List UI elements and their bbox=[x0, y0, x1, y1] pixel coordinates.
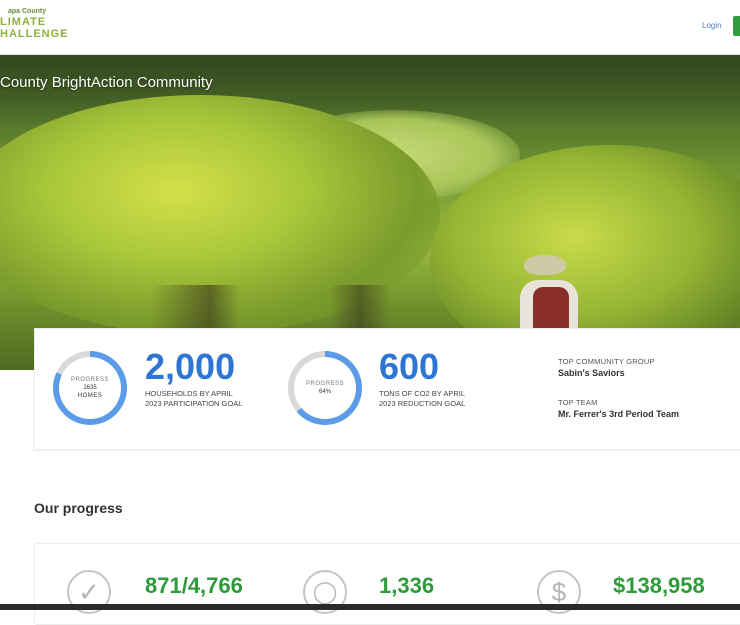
co2-caption-line2: 2023 REDUCTION GOAL bbox=[379, 399, 466, 408]
site-header: apa County LIMATE HALLENGE Login bbox=[0, 0, 740, 55]
households-goal-caption: HOUSEHOLDS BY APRIL 2023 PARTICIPATION G… bbox=[145, 389, 265, 409]
goals-card: PROGRESS 1635 HOMES 2,000 HOUSEHOLDS BY … bbox=[34, 328, 740, 450]
co2-goal-number: 600 bbox=[379, 346, 440, 387]
actions-completed-value: 871/4,766 bbox=[145, 573, 243, 598]
hero-hiker-hat bbox=[524, 255, 566, 275]
header-action-button[interactable] bbox=[733, 16, 740, 36]
households-ring-center: PROGRESS 1635 HOMES bbox=[59, 357, 121, 419]
co2-ring-label: PROGRESS bbox=[305, 381, 344, 387]
hero-banner: County BrightAction Community bbox=[0, 55, 740, 370]
our-progress-heading: Our progress bbox=[34, 500, 123, 516]
login-link[interactable]: Login bbox=[702, 21, 722, 30]
co2-progress-ring: PROGRESS 64% bbox=[288, 351, 362, 425]
top-group-label: TOP COMMUNITY GROUP bbox=[558, 357, 655, 366]
progress-card: ✓ 871/4,766 ◯ 1,336 $ $138,958 bbox=[34, 543, 740, 625]
co2-ring-value: 64% bbox=[318, 389, 331, 395]
top-team-label: TOP TEAM bbox=[558, 398, 598, 407]
logo-county-text: apa County bbox=[8, 8, 47, 15]
households-ring-value: 1635 bbox=[83, 385, 97, 391]
logo-challenge-text: HALLENGE bbox=[0, 28, 69, 40]
site-logo[interactable]: apa County LIMATE HALLENGE bbox=[0, 8, 69, 40]
energy-value: 1,336 bbox=[379, 573, 435, 598]
hero-title: County BrightAction Community bbox=[0, 74, 213, 91]
logo-climate-text: LIMATE bbox=[0, 16, 47, 28]
bottom-border bbox=[0, 604, 740, 610]
co2-ring-center: PROGRESS 64% bbox=[294, 357, 356, 419]
households-progress-ring: PROGRESS 1635 HOMES bbox=[53, 351, 127, 425]
top-group-value[interactable]: Sabin's Saviors bbox=[558, 368, 625, 378]
households-ring-unit: HOMES bbox=[77, 393, 103, 399]
households-caption-line2: 2023 PARTICIPATION GOAL bbox=[145, 399, 243, 408]
co2-goal-caption: TONS OF CO2 BY APRIL 2023 REDUCTION GOAL bbox=[379, 389, 499, 409]
households-caption-line1: HOUSEHOLDS BY APRIL bbox=[145, 389, 233, 398]
savings-value: $138,958 bbox=[613, 573, 705, 598]
co2-caption-line1: TONS OF CO2 BY APRIL bbox=[379, 389, 466, 398]
households-goal-number: 2,000 bbox=[145, 346, 236, 387]
top-team-value[interactable]: Mr. Ferrer's 3rd Period Team bbox=[558, 409, 679, 419]
households-ring-label: PROGRESS bbox=[70, 377, 109, 383]
